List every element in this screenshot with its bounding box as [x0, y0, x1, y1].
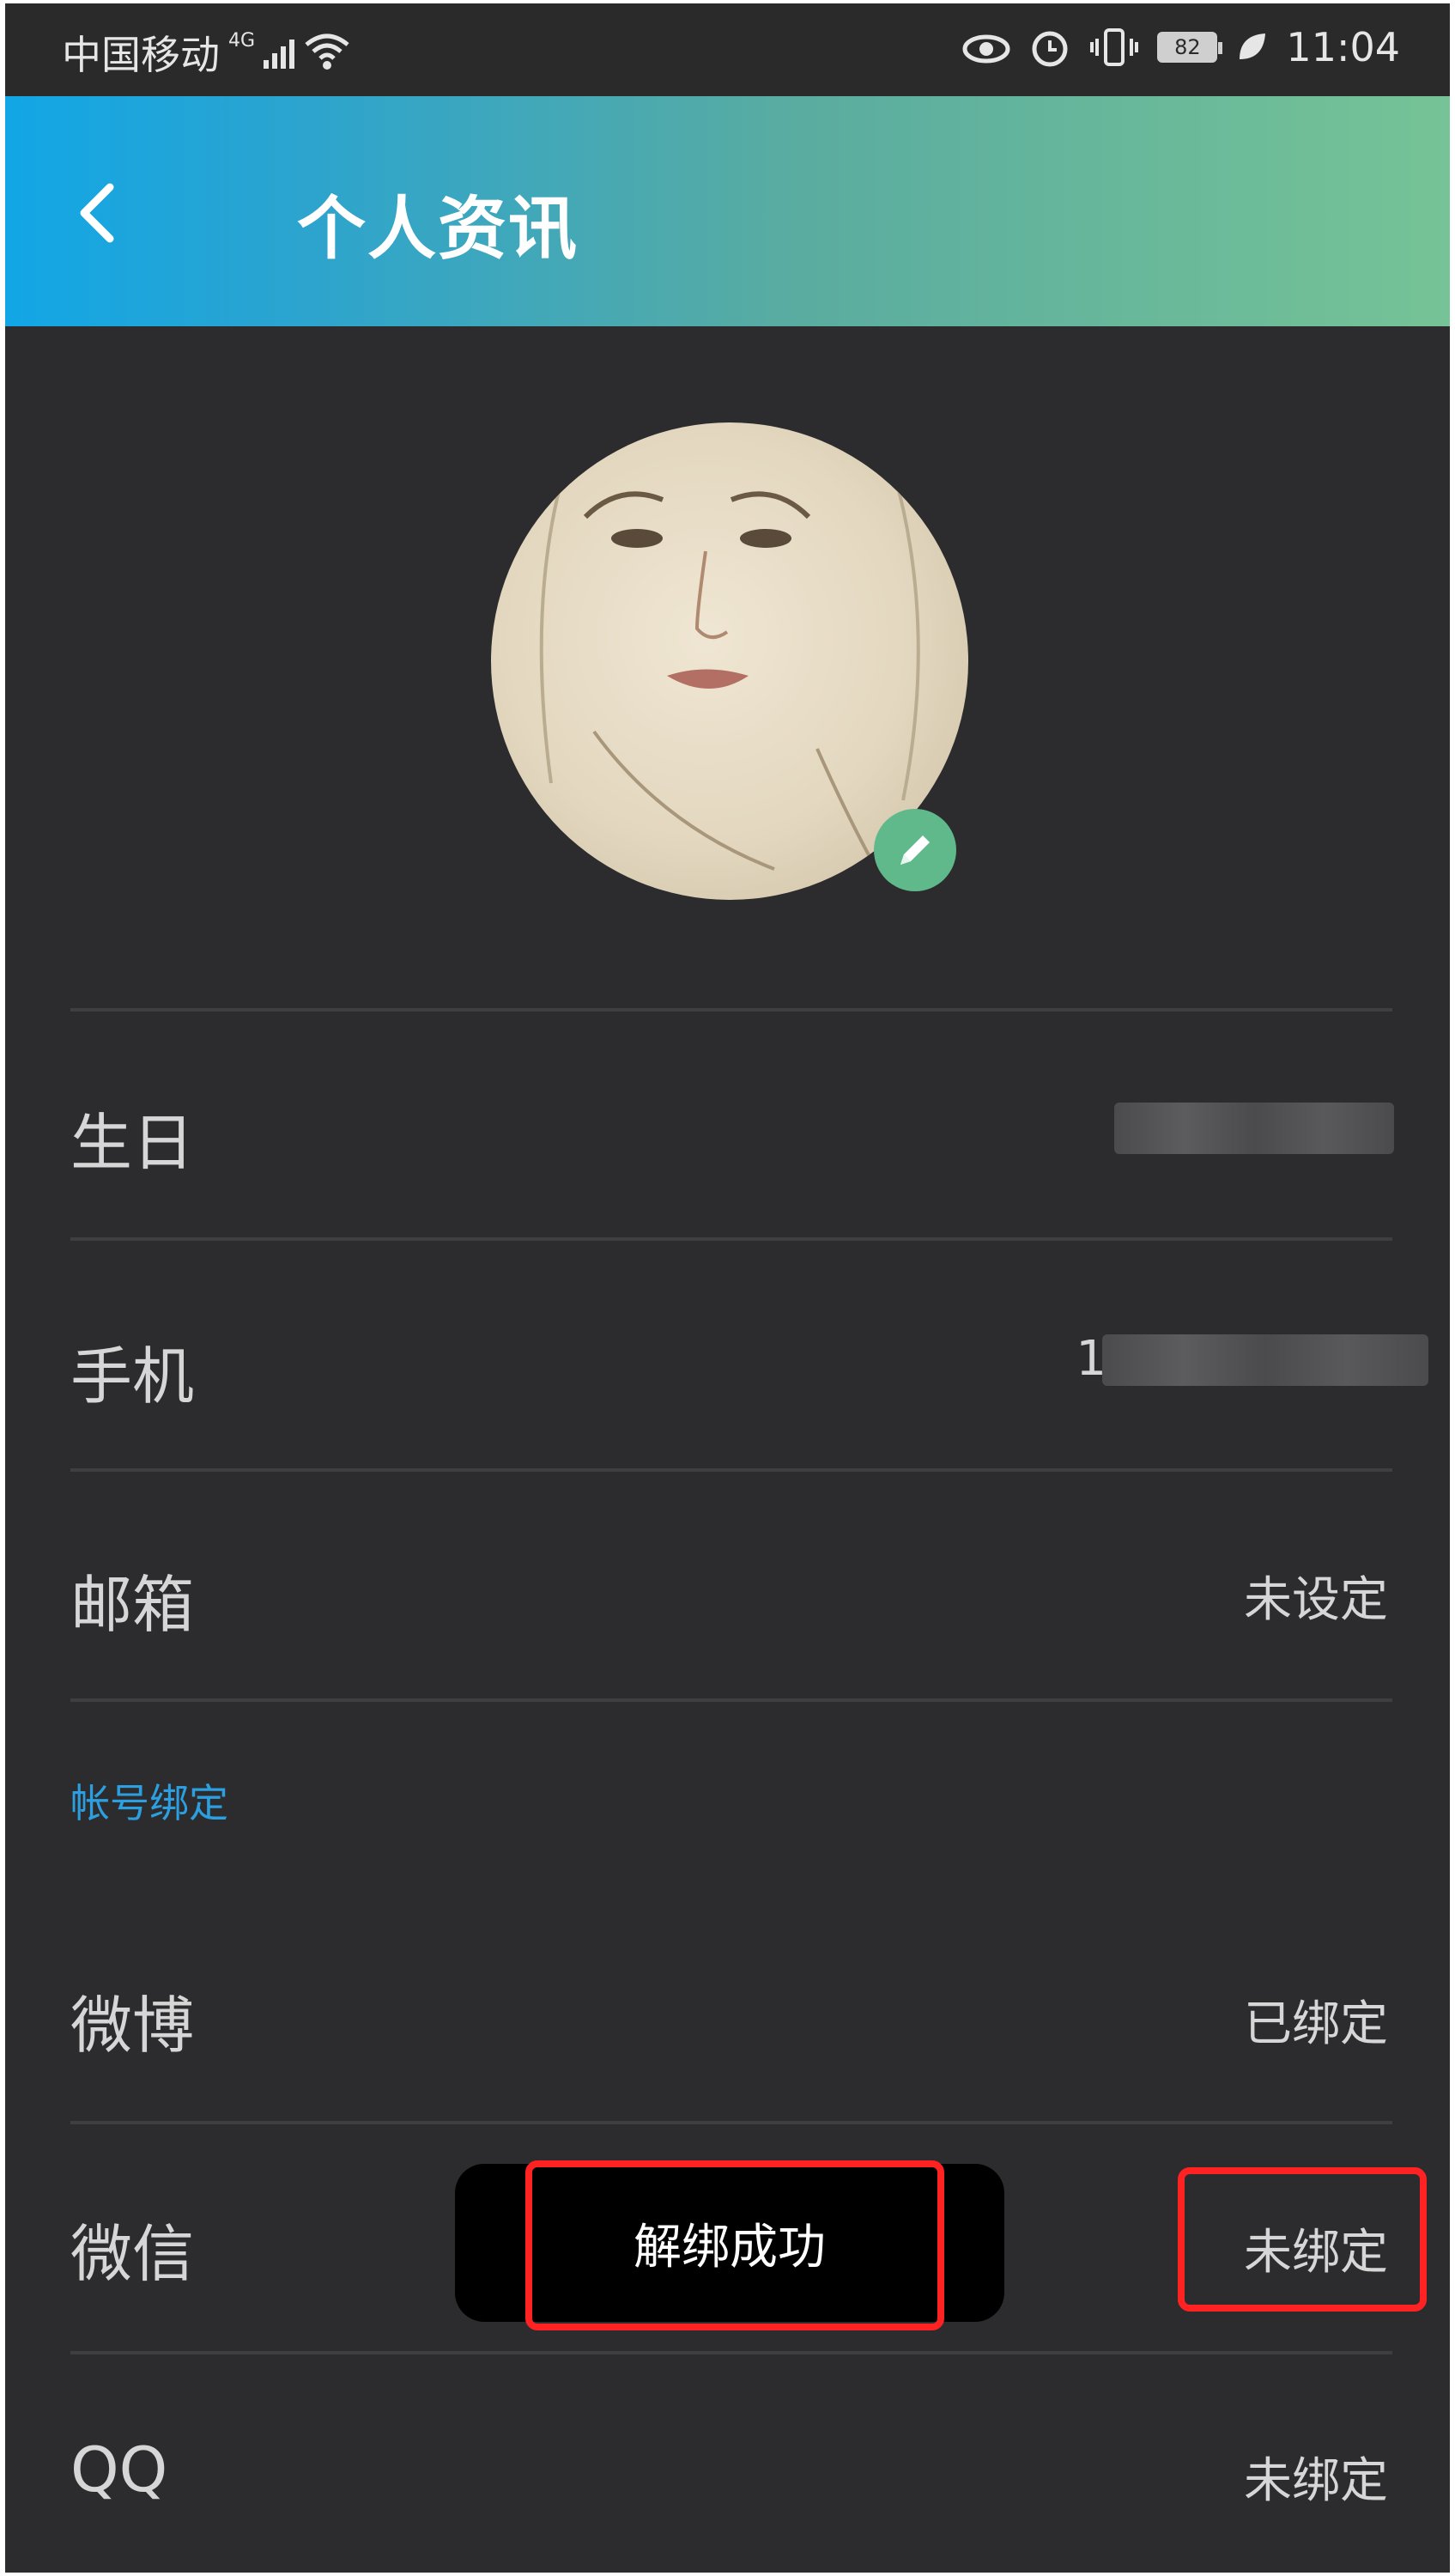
clock-time: 11:04 — [1286, 24, 1400, 70]
screen: 中国移动 4G 82 11:04 个人资讯 生日 手机 1 邮箱 未设定 帐号绑… — [5, 3, 1450, 2573]
status-bar: 中国移动 4G 82 11:04 — [5, 3, 1450, 96]
divider — [70, 1468, 1392, 1472]
network-type: 4G — [228, 29, 256, 52]
section-title-account-binding: 帐号绑定 — [70, 1780, 228, 1826]
battery-icon: 82 — [1157, 32, 1223, 63]
birthday-value-redacted — [1114, 1103, 1394, 1154]
highlight-toast-box — [525, 2160, 944, 2330]
divider — [70, 1008, 1392, 1012]
app-bar: 个人资讯 — [5, 96, 1450, 326]
status-right: 82 11:04 — [961, 24, 1400, 70]
vibrate-icon — [1090, 28, 1139, 66]
carrier-name: 中国移动 — [62, 32, 220, 78]
battery-level: 82 — [1174, 35, 1201, 59]
divider — [70, 2351, 1392, 2354]
phone-label: 手机 — [70, 1340, 195, 1413]
birthday-label: 生日 — [70, 1107, 195, 1179]
divider — [70, 1698, 1392, 1702]
qq-value: 未绑定 — [1244, 2453, 1388, 2509]
back-button[interactable] — [65, 179, 134, 247]
phone-value-redacted — [1102, 1334, 1428, 1386]
pencil-icon — [900, 835, 930, 865]
status-left: 中国移动 4G — [62, 24, 351, 81]
highlight-wechat-status-box — [1178, 2167, 1427, 2312]
email-label: 邮箱 — [70, 1569, 195, 1641]
email-value: 未设定 — [1244, 1572, 1388, 1628]
leaf-icon — [1240, 33, 1266, 59]
divider — [70, 1237, 1392, 1241]
eye-icon — [962, 34, 1010, 64]
divider — [70, 2121, 1392, 2124]
qq-label: QQ — [70, 2433, 168, 2506]
wifi-icon — [305, 33, 349, 70]
edit-avatar-button[interactable] — [874, 809, 956, 891]
signal-icon — [264, 36, 295, 69]
weibo-label: 微博 — [70, 1990, 195, 2062]
wechat-label: 微信 — [70, 2218, 195, 2290]
page-title: 个人资讯 — [297, 189, 579, 269]
weibo-value: 已绑定 — [1244, 1996, 1388, 2052]
alarm-icon — [1032, 31, 1068, 67]
